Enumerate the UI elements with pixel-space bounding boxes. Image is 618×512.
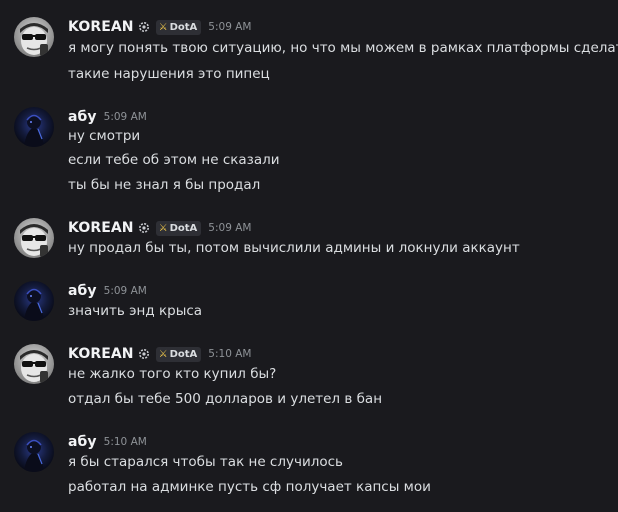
message-header: KOREAN ⚔ DotA 5:09 AM	[68, 17, 251, 37]
message-line: такие нарушения это пипец	[68, 66, 270, 82]
sword-icon: ⚔	[158, 222, 168, 234]
korean-avatar[interactable]	[14, 344, 54, 384]
username[interactable]: абу	[68, 434, 97, 450]
message-line: я бы старался чтобы так не случилось	[68, 454, 343, 470]
sword-icon: ⚔	[158, 21, 168, 33]
message-header: KOREAN ⚔ DotA 5:10 AM	[68, 344, 251, 364]
chat-message-list: KOREAN ⚔ DotA 5:09 AM я могу понять твою …	[0, 0, 618, 512]
guild-tag-label: DotA	[169, 222, 198, 234]
abu-avatar[interactable]	[14, 281, 54, 321]
message-line: отдал бы тебе 500 долларов и улетел в ба…	[68, 391, 383, 407]
timestamp[interactable]: 5:09 AM	[208, 21, 251, 33]
sword-icon: ⚔	[158, 348, 168, 360]
korean-avatar[interactable]	[14, 17, 54, 57]
guild-tag-label: DotA	[169, 21, 198, 33]
message-header: KOREAN ⚔ DotA 5:09 AM	[68, 218, 251, 238]
abu-avatar[interactable]	[14, 107, 54, 147]
message-line: ну смотри	[68, 128, 141, 144]
guild-tag[interactable]: ⚔ DotA	[155, 19, 202, 35]
message-line: я могу понять твою ситуацию, но что мы м…	[68, 40, 618, 56]
message-line: не жалко того кто купил бы?	[68, 366, 277, 382]
timestamp[interactable]: 5:10 AM	[104, 436, 147, 448]
guild-tag[interactable]: ⚔ DotA	[155, 346, 202, 362]
message-line: ну продал бы ты, потом вычислили админы …	[68, 240, 520, 256]
guild-tag[interactable]: ⚔ DotA	[155, 220, 202, 236]
message-line: если тебе об этом не сказали	[68, 152, 280, 168]
timestamp[interactable]: 5:09 AM	[208, 222, 251, 234]
gear-icon	[138, 223, 149, 233]
message-header: абу 5:09 AM	[68, 281, 147, 301]
message-line: значить энд крыса	[68, 303, 203, 319]
message-line: работал на админке пусть сф получает кап…	[68, 479, 431, 495]
username[interactable]: KOREAN	[68, 19, 134, 35]
timestamp[interactable]: 5:09 AM	[104, 111, 147, 123]
message-line: ты бы не знал я бы продал	[68, 177, 261, 193]
abu-avatar[interactable]	[14, 432, 54, 472]
korean-avatar[interactable]	[14, 218, 54, 258]
username[interactable]: абу	[68, 109, 97, 125]
username[interactable]: KOREAN	[68, 220, 134, 236]
timestamp[interactable]: 5:10 AM	[208, 348, 251, 360]
message-header: абу 5:10 AM	[68, 432, 147, 452]
username[interactable]: абу	[68, 283, 97, 299]
timestamp[interactable]: 5:09 AM	[104, 285, 147, 297]
guild-tag-label: DotA	[169, 348, 198, 360]
username[interactable]: KOREAN	[68, 346, 134, 362]
gear-icon	[138, 22, 149, 32]
gear-icon	[138, 349, 149, 359]
message-header: абу 5:09 AM	[68, 107, 147, 127]
